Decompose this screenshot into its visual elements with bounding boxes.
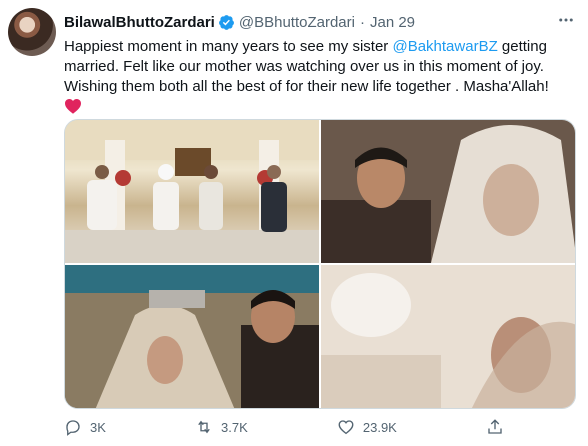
retweet-icon bbox=[198, 420, 210, 434]
man-beside-veiled-bride-photo[interactable] bbox=[321, 120, 575, 263]
reply-count: 3K bbox=[90, 419, 106, 435]
tweet-header: BilawalBhuttoZardari @BBhuttoZardari · J… bbox=[64, 12, 415, 32]
media-grid bbox=[64, 119, 576, 409]
heart-outline-icon bbox=[338, 420, 354, 435]
retweet-button[interactable]: 3.7K bbox=[195, 418, 248, 436]
tweet-date[interactable]: Jan 29 bbox=[370, 14, 415, 31]
retweet-count: 3.7K bbox=[221, 419, 248, 435]
tweet-actions: 3K 3.7K 23.9K bbox=[64, 416, 504, 438]
avatar[interactable] bbox=[8, 8, 56, 56]
author-name[interactable]: BilawalBhuttoZardari bbox=[64, 14, 215, 31]
author-handle[interactable]: @BBhuttoZardari bbox=[239, 14, 355, 31]
share-button[interactable] bbox=[486, 418, 504, 436]
man-holding-quran-over-bride-photo[interactable] bbox=[65, 265, 319, 408]
share-icon bbox=[488, 419, 502, 434]
red-heart-icon bbox=[65, 99, 81, 114]
verified-badge-icon bbox=[218, 14, 234, 30]
tweet: BilawalBhuttoZardari @BBhuttoZardari · J… bbox=[0, 0, 588, 446]
tweet-text: Happiest moment in many years to see my … bbox=[64, 37, 576, 114]
bride-under-veil-closeup-photo[interactable] bbox=[321, 265, 575, 408]
mention-link[interactable]: @BakhtawarBZ bbox=[392, 38, 497, 55]
wedding-ceremony-group-photo[interactable] bbox=[65, 120, 319, 263]
reply-button[interactable]: 3K bbox=[64, 418, 106, 436]
separator-dot: · bbox=[359, 13, 365, 31]
more-options-icon[interactable] bbox=[556, 10, 576, 30]
reply-icon bbox=[66, 420, 80, 436]
like-button[interactable]: 23.9K bbox=[337, 418, 397, 436]
tweet-text-part: Happiest moment in many years to see my … bbox=[64, 38, 393, 55]
like-count: 23.9K bbox=[362, 419, 397, 435]
